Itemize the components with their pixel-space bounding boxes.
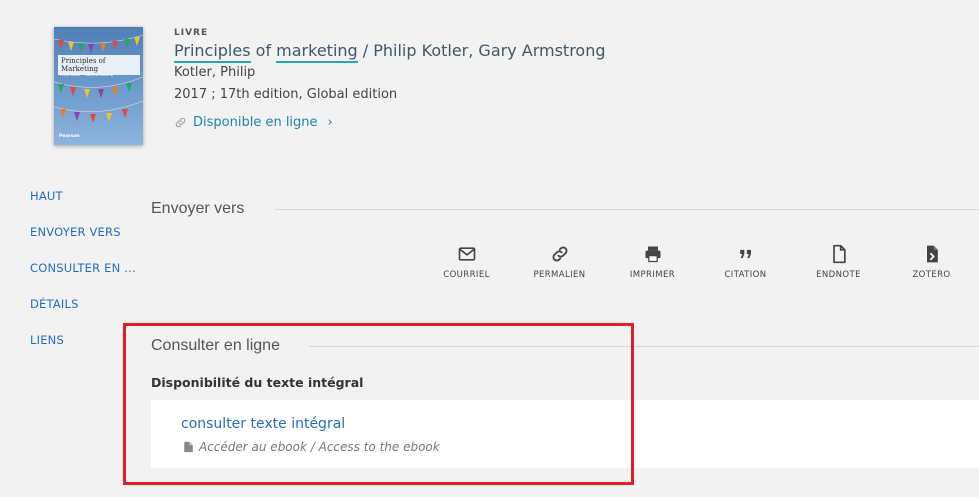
endnote-action-label: ENDNOTE: [816, 270, 861, 280]
cover-publisher: Pearson: [59, 134, 80, 139]
sidenav-item-haut[interactable]: HAUT: [30, 189, 136, 225]
title-keyword-principles[interactable]: Principles: [174, 41, 251, 63]
zotero-action-label: ZOTERO: [912, 270, 951, 280]
book-cover[interactable]: Principles of Marketing Philip Kotler • …: [54, 27, 143, 145]
record-type-label: LIVRE: [174, 28, 209, 38]
permalink-action-button[interactable]: PERMALIEN: [513, 244, 606, 280]
sidenav-item-liens[interactable]: LIENS: [30, 333, 136, 369]
zotero-icon: [926, 245, 938, 263]
printer-icon: [645, 246, 660, 263]
link-icon: [175, 117, 186, 128]
highlight-annotation-box: [123, 323, 634, 485]
record-edition: 2017 ; 17th edition, Global edition: [174, 87, 398, 102]
permalink-action-label: PERMALIEN: [533, 270, 586, 280]
email-action-label: COURRIEL: [443, 270, 490, 280]
side-navigation: HAUT ENVOYER VERS CONSULTER EN ... DÉTAI…: [30, 189, 136, 369]
record-author: Kotler, Philip: [174, 65, 256, 80]
print-action-label: IMPRIMER: [629, 270, 676, 280]
email-action-button[interactable]: COURRIEL: [420, 244, 513, 280]
document-icon: [832, 244, 846, 264]
citation-action-button[interactable]: CITATION: [699, 244, 792, 280]
sidenav-item-details[interactable]: DÉTAILS: [30, 297, 136, 333]
availability-link[interactable]: Disponible en ligne ›: [174, 115, 333, 130]
cover-title: Principles of Marketing: [58, 55, 140, 75]
title-keyword-marketing[interactable]: marketing: [276, 41, 358, 63]
section-divider: [275, 209, 979, 210]
endnote-action-button[interactable]: ENDNOTE: [792, 244, 885, 280]
availability-label: Disponible en ligne: [193, 115, 318, 130]
sidenav-item-consulter-en-ligne[interactable]: CONSULTER EN ...: [30, 261, 136, 297]
record-title[interactable]: Principles of marketing / Philip Kotler,…: [174, 41, 606, 63]
send-to-actions: COURRIEL PERMALIEN IMPRIMER CITATION END…: [420, 244, 978, 280]
cover-bunting-art: [54, 34, 143, 123]
print-action-button[interactable]: IMPRIMER: [606, 244, 699, 280]
sidenav-item-envoyer-vers[interactable]: ENVOYER VERS: [30, 225, 136, 261]
zotero-action-button[interactable]: ZOTERO: [885, 244, 978, 280]
title-fragment: of: [250, 41, 277, 60]
chevron-right-icon: ›: [327, 115, 333, 130]
cover-subtitle: Philip Kotler • Gary Armstrong: [60, 73, 113, 77]
link-icon: [552, 246, 567, 262]
send-to-section-title: Envoyer vers: [151, 200, 245, 217]
mail-icon: [458, 247, 475, 261]
citation-action-label: CITATION: [724, 270, 767, 280]
quote-icon: [739, 249, 751, 259]
title-responsibility: / Philip Kotler, Gary Armstrong: [357, 41, 606, 60]
